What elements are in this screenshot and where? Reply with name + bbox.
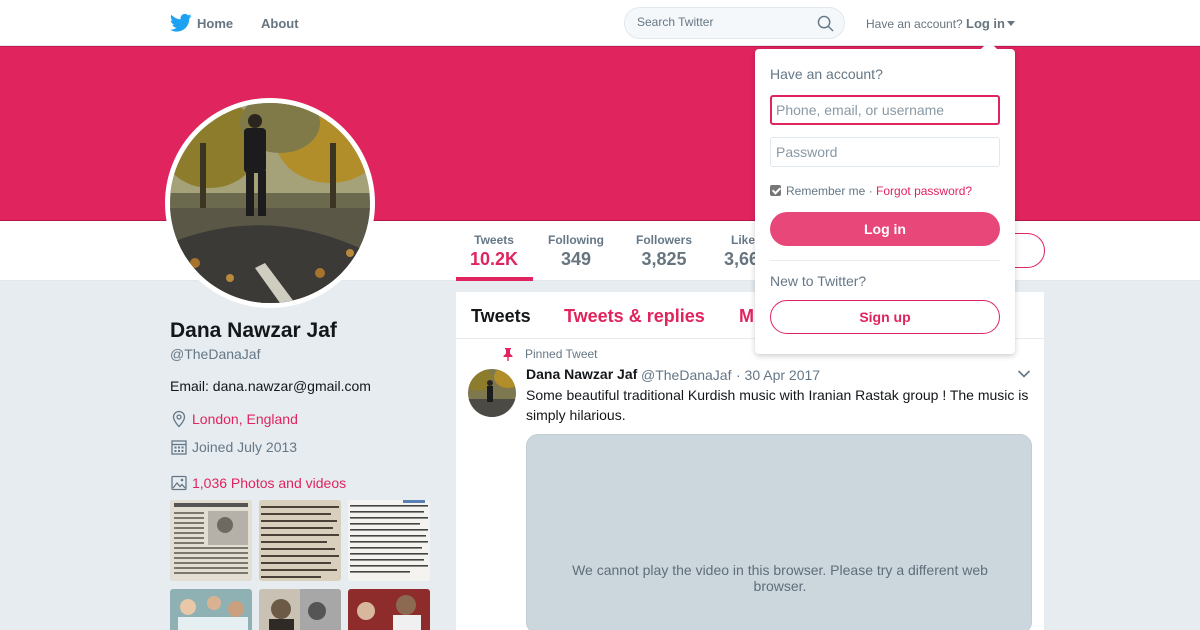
video-player[interactable]: We cannot play the video in this browser… [526, 434, 1032, 630]
dropdown-title: Have an account? [770, 66, 883, 82]
tweet-avatar-image [468, 369, 516, 417]
tab-tweets-replies[interactable]: Tweets & replies [564, 306, 705, 327]
video-error-message: We cannot play the video in this browser… [572, 562, 988, 594]
search-input[interactable] [637, 15, 807, 29]
avatar[interactable] [165, 98, 375, 308]
password-field[interactable] [770, 137, 1000, 167]
remember-me-label[interactable]: Remember me [786, 184, 865, 198]
login-dropdown: Have an account? Remember me · Forgot pa… [755, 41, 1015, 354]
newspaper-image [170, 500, 252, 581]
chevron-down-icon[interactable] [1017, 369, 1031, 379]
forgot-password-link[interactable]: Forgot password? [876, 184, 972, 198]
top-navigation: Home About Have an account? Log in [0, 0, 1200, 46]
login-dropdown-toggle[interactable]: Log in [966, 16, 1005, 31]
nav-about-link[interactable]: About [261, 16, 299, 31]
have-account-text: Have an account? [866, 17, 963, 31]
login-button[interactable]: Log in [770, 212, 1000, 246]
article-image [348, 500, 430, 581]
stat-followers[interactable]: Followers 3,825 [636, 233, 692, 270]
profile-bio: Email: dana.nawzar@gmail.com [170, 378, 371, 394]
stat-value: 3,825 [641, 249, 687, 269]
stat-value: 349 [560, 249, 592, 269]
tweet-author-handle[interactable]: @TheDanaJaf [641, 367, 731, 383]
photo-thumbnail[interactable] [348, 589, 430, 630]
photos-videos-link[interactable]: 1,036 Photos and videos [192, 475, 346, 491]
twitter-bird-icon[interactable] [170, 13, 192, 33]
tweet-avatar[interactable] [468, 369, 516, 417]
tweet-author-name[interactable]: Dana Nawzar Jaf [526, 366, 637, 382]
remember-row: Remember me · Forgot password? [770, 184, 972, 198]
active-tab-indicator [456, 277, 533, 281]
separator-dot: · [868, 184, 873, 198]
location-link[interactable]: London, England [192, 411, 298, 427]
stat-label: Followers [636, 233, 693, 247]
joined-date: Joined July 2013 [192, 439, 298, 455]
tweet-text: Some beautiful traditional Kurdish music… [526, 387, 1029, 423]
chevron-down-icon[interactable] [1007, 21, 1015, 26]
calendar-icon [171, 440, 187, 455]
crowd-image [170, 589, 252, 630]
stat-label: Tweets [474, 233, 514, 247]
profile-handle[interactable]: @TheDanaJaf [170, 346, 260, 362]
search-box [624, 7, 845, 39]
pin-icon [503, 348, 513, 361]
photo-thumbnail[interactable] [259, 500, 341, 581]
search-icon[interactable] [817, 15, 834, 32]
stat-value: 10.2K [470, 249, 519, 269]
pinned-label: Pinned Tweet [525, 347, 598, 361]
photo-thumbnail[interactable] [259, 589, 341, 630]
stat-label: Following [548, 233, 604, 247]
portrait-image [259, 589, 341, 630]
dropdown-divider [770, 260, 1000, 261]
tab-tweets[interactable]: Tweets [471, 306, 531, 327]
photo-icon [171, 475, 187, 491]
location-icon [172, 410, 186, 428]
stat-tweets[interactable]: Tweets 10.2K [470, 233, 518, 270]
text-page-image [259, 500, 341, 581]
photo-thumbnail[interactable] [170, 500, 252, 581]
username-field[interactable] [770, 95, 1000, 125]
tab-media[interactable]: M [739, 306, 754, 327]
speaker-image [348, 589, 430, 630]
photo-thumbnail[interactable] [170, 589, 252, 630]
signup-button[interactable]: Sign up [770, 300, 1000, 334]
tweet-date[interactable]: · 30 Apr 2017 [736, 367, 820, 383]
avatar-image [170, 103, 370, 303]
stat-following[interactable]: Following 349 [548, 233, 604, 270]
new-to-twitter-text: New to Twitter? [770, 273, 867, 289]
photo-thumbnail[interactable] [348, 500, 430, 581]
nav-home-link[interactable]: Home [197, 16, 233, 31]
remember-me-checkbox[interactable] [770, 185, 781, 196]
profile-name: Dana Nawzar Jaf [170, 319, 337, 342]
